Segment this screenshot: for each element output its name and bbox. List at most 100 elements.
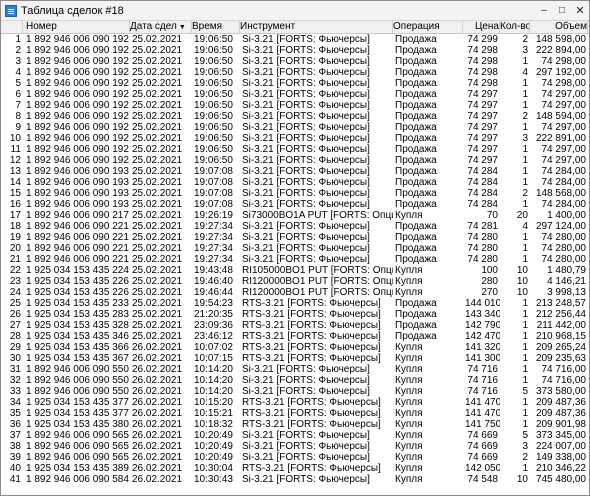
price-cell: 100 [481, 265, 498, 276]
trade-date-cell: 26.02.2021 [132, 408, 183, 419]
trade-time-cell: 19:06:50 [194, 133, 233, 144]
row-index-cell: 7 [15, 100, 21, 111]
table-row[interactable]: 12 1 892 946 006 090 192 66025.02.2021 19:… [1, 155, 589, 166]
instrument-cell: Si-3.21 [FORTS: Фьючерсы] [242, 111, 370, 122]
trade-time-cell: 10:14:20 [194, 375, 233, 386]
row-index-cell: 15 [9, 188, 21, 199]
column-header-quantity[interactable]: Кол-во [500, 21, 530, 33]
price-cell: 144 010 [465, 298, 500, 309]
table-row[interactable]: 41 1 892 946 006 090 584 42326.02.2021 10:… [1, 474, 589, 485]
trade-date-cell: 26.02.2021 [132, 375, 183, 386]
table-row[interactable]: 30 1 925 034 153 435 367 22626.02.2021 10:… [1, 353, 589, 364]
volume-cell: 148 568,00 [535, 188, 586, 199]
price-cell: 74 280 [467, 232, 498, 243]
table-row[interactable]: 22 1 925 034 153 435 224 98925.02.2021 19:… [1, 265, 589, 276]
table-row[interactable]: 40 1 925 034 153 435 389 51626.02.2021 10:… [1, 463, 589, 474]
instrument-cell: Si-3.21 [FORTS: Фьючерсы] [242, 441, 370, 452]
operation-cell: Купля [395, 210, 423, 221]
table-row[interactable]: 11 1 892 946 006 090 192 65925.02.2021 19:… [1, 144, 589, 155]
quantity-cell: 1 [522, 397, 528, 408]
operation-cell: Продажа [395, 199, 437, 210]
table-row[interactable]: 15 1 892 946 006 090 193 62725.02.2021 19:… [1, 188, 589, 199]
table-row[interactable]: 37 1 892 946 006 090 565 00626.02.2021 10:… [1, 430, 589, 441]
table-row[interactable]: 1 1 892 946 006 090 192 64925.02.2021 19:0… [1, 34, 589, 45]
title-bar[interactable]: Таблица сделок #18 – □ ✕ [1, 1, 589, 21]
instrument-cell: Si-3.21 [FORTS: Фьючерсы] [242, 133, 370, 144]
table-row[interactable]: 36 1 925 034 153 435 380 42526.02.2021 10:… [1, 419, 589, 430]
table-row[interactable]: 26 1 925 034 153 435 283 55625.02.2021 21:… [1, 309, 589, 320]
volume-cell: 209 235,63 [535, 353, 586, 364]
table-row[interactable]: 16 1 892 946 006 090 193 62825.02.2021 19:… [1, 199, 589, 210]
row-index-cell: 24 [9, 287, 21, 298]
trade-number-cell: 1 892 946 006 090 550 428 [26, 375, 130, 386]
operation-cell: Продажа [395, 100, 437, 111]
table-row[interactable]: 38 1 892 946 006 090 565 00726.02.2021 10:… [1, 441, 589, 452]
column-header-volume[interactable]: Объем [530, 21, 588, 33]
table-row[interactable]: 14 1 892 946 006 090 193 62625.02.2021 19:… [1, 177, 589, 188]
table-row[interactable]: 34 1 925 034 153 435 377 64126.02.2021 10:… [1, 397, 589, 408]
table-row[interactable]: 21 1 892 946 006 090 221 18725.02.2021 19:… [1, 254, 589, 265]
instrument-cell: Si-3.21 [FORTS: Фьючерсы] [242, 56, 370, 67]
price-cell: 70 [486, 210, 498, 221]
table-row[interactable]: 4 1 892 946 006 090 192 65225.02.2021 19:0… [1, 67, 589, 78]
table-row[interactable]: 33 1 892 946 006 090 550 42926.02.2021 10:… [1, 386, 589, 397]
table-row[interactable]: 31 1 892 946 006 090 550 42726.02.2021 10:… [1, 364, 589, 375]
table-row[interactable]: 10 1 892 946 006 090 192 65825.02.2021 19:… [1, 133, 589, 144]
column-header-price[interactable]: Цена [463, 21, 500, 33]
column-header-date[interactable]: Дата сдел ▼ [130, 21, 192, 33]
volume-cell: 148 598,00 [535, 34, 586, 45]
volume-cell: 209 487,36 [535, 397, 586, 408]
table-row[interactable]: 17 1 892 946 006 090 217 95725.02.2021 19:… [1, 210, 589, 221]
table-row[interactable]: 5 1 892 946 006 090 192 65325.02.2021 19:0… [1, 78, 589, 89]
table-row[interactable]: 32 1 892 946 006 090 550 42826.02.2021 10:… [1, 375, 589, 386]
table-row[interactable]: 35 1 925 034 153 435 377 65026.02.2021 10:… [1, 408, 589, 419]
trade-number-cell: 1 925 034 153 435 366 954 [26, 342, 130, 353]
trade-time-cell: 19:06:50 [194, 78, 233, 89]
quantity-cell: 1 [522, 144, 528, 155]
table-row[interactable]: 28 1 925 034 153 435 346 01325.02.2021 23:… [1, 331, 589, 342]
table-row[interactable]: 23 1 925 034 153 435 226 34025.02.2021 19:… [1, 276, 589, 287]
operation-cell: Продажа [395, 254, 437, 265]
table-row[interactable]: 7 1 892 946 006 090 192 65525.02.2021 19:0… [1, 100, 589, 111]
table-row[interactable]: 3 1 892 946 006 090 192 65125.02.2021 19:0… [1, 56, 589, 67]
quantity-cell: 3 [522, 441, 528, 452]
quantity-cell: 10 [516, 265, 528, 276]
trade-date-cell: 25.02.2021 [132, 56, 183, 67]
row-index-cell: 25 [9, 298, 21, 309]
operation-cell: Продажа [395, 133, 437, 144]
trade-time-cell: 19:26:19 [194, 210, 233, 221]
table-row[interactable]: 6 1 892 946 006 090 192 65425.02.2021 19:0… [1, 89, 589, 100]
trade-number-cell: 1 892 946 006 090 217 957 [26, 210, 130, 221]
trade-number-cell: 1 925 034 153 435 346 013 [26, 331, 130, 342]
table-row[interactable]: 2 1 892 946 006 090 192 65025.02.2021 19:0… [1, 45, 589, 56]
table-row[interactable]: 29 1 925 034 153 435 366 95426.02.2021 10:… [1, 342, 589, 353]
column-header-instrument[interactable]: Инструмент [240, 21, 393, 33]
price-cell: 141 300 [465, 353, 500, 364]
volume-cell: 209 265,24 [535, 342, 586, 353]
trade-date-cell: 26.02.2021 [132, 441, 183, 452]
column-header-operation[interactable]: Операция [393, 21, 463, 33]
table-row[interactable]: 20 1 892 946 006 090 221 18625.02.2021 19:… [1, 243, 589, 254]
trade-time-cell: 19:27:34 [194, 232, 233, 243]
close-button[interactable]: ✕ [571, 2, 589, 19]
trade-time-cell: 19:07:08 [194, 199, 233, 210]
table-row[interactable]: 8 1 892 946 006 090 192 65625.02.2021 19:0… [1, 111, 589, 122]
quantity-cell: 1 [522, 232, 528, 243]
minimize-button[interactable]: – [535, 2, 553, 19]
table-row[interactable]: 13 1 892 946 006 090 193 62525.02.2021 19:… [1, 166, 589, 177]
table-row[interactable]: 18 1 892 946 006 090 221 18425.02.2021 19:… [1, 221, 589, 232]
table-row[interactable]: 24 1 925 034 153 435 226 36125.02.2021 19:… [1, 287, 589, 298]
column-header-number[interactable]: Номер [23, 21, 130, 33]
operation-cell: Купля [395, 419, 423, 430]
volume-cell: 74 284,00 [541, 199, 587, 210]
column-header-time[interactable]: Время [192, 21, 240, 33]
table-row[interactable]: 9 1 892 946 006 090 192 65725.02.2021 19:0… [1, 122, 589, 133]
table-row[interactable]: 27 1 925 034 153 435 328 41225.02.2021 23:… [1, 320, 589, 331]
table-row[interactable]: 19 1 892 946 006 090 221 18525.02.2021 19:… [1, 232, 589, 243]
table-row[interactable]: 39 1 892 946 006 090 565 00826.02.2021 10:… [1, 452, 589, 463]
quantity-cell: 1 [522, 199, 528, 210]
trade-date-cell: 25.02.2021 [132, 122, 183, 133]
column-header-index[interactable] [1, 21, 23, 33]
table-row[interactable]: 25 1 925 034 153 435 233 85025.02.2021 19:… [1, 298, 589, 309]
maximize-button[interactable]: □ [553, 2, 571, 19]
